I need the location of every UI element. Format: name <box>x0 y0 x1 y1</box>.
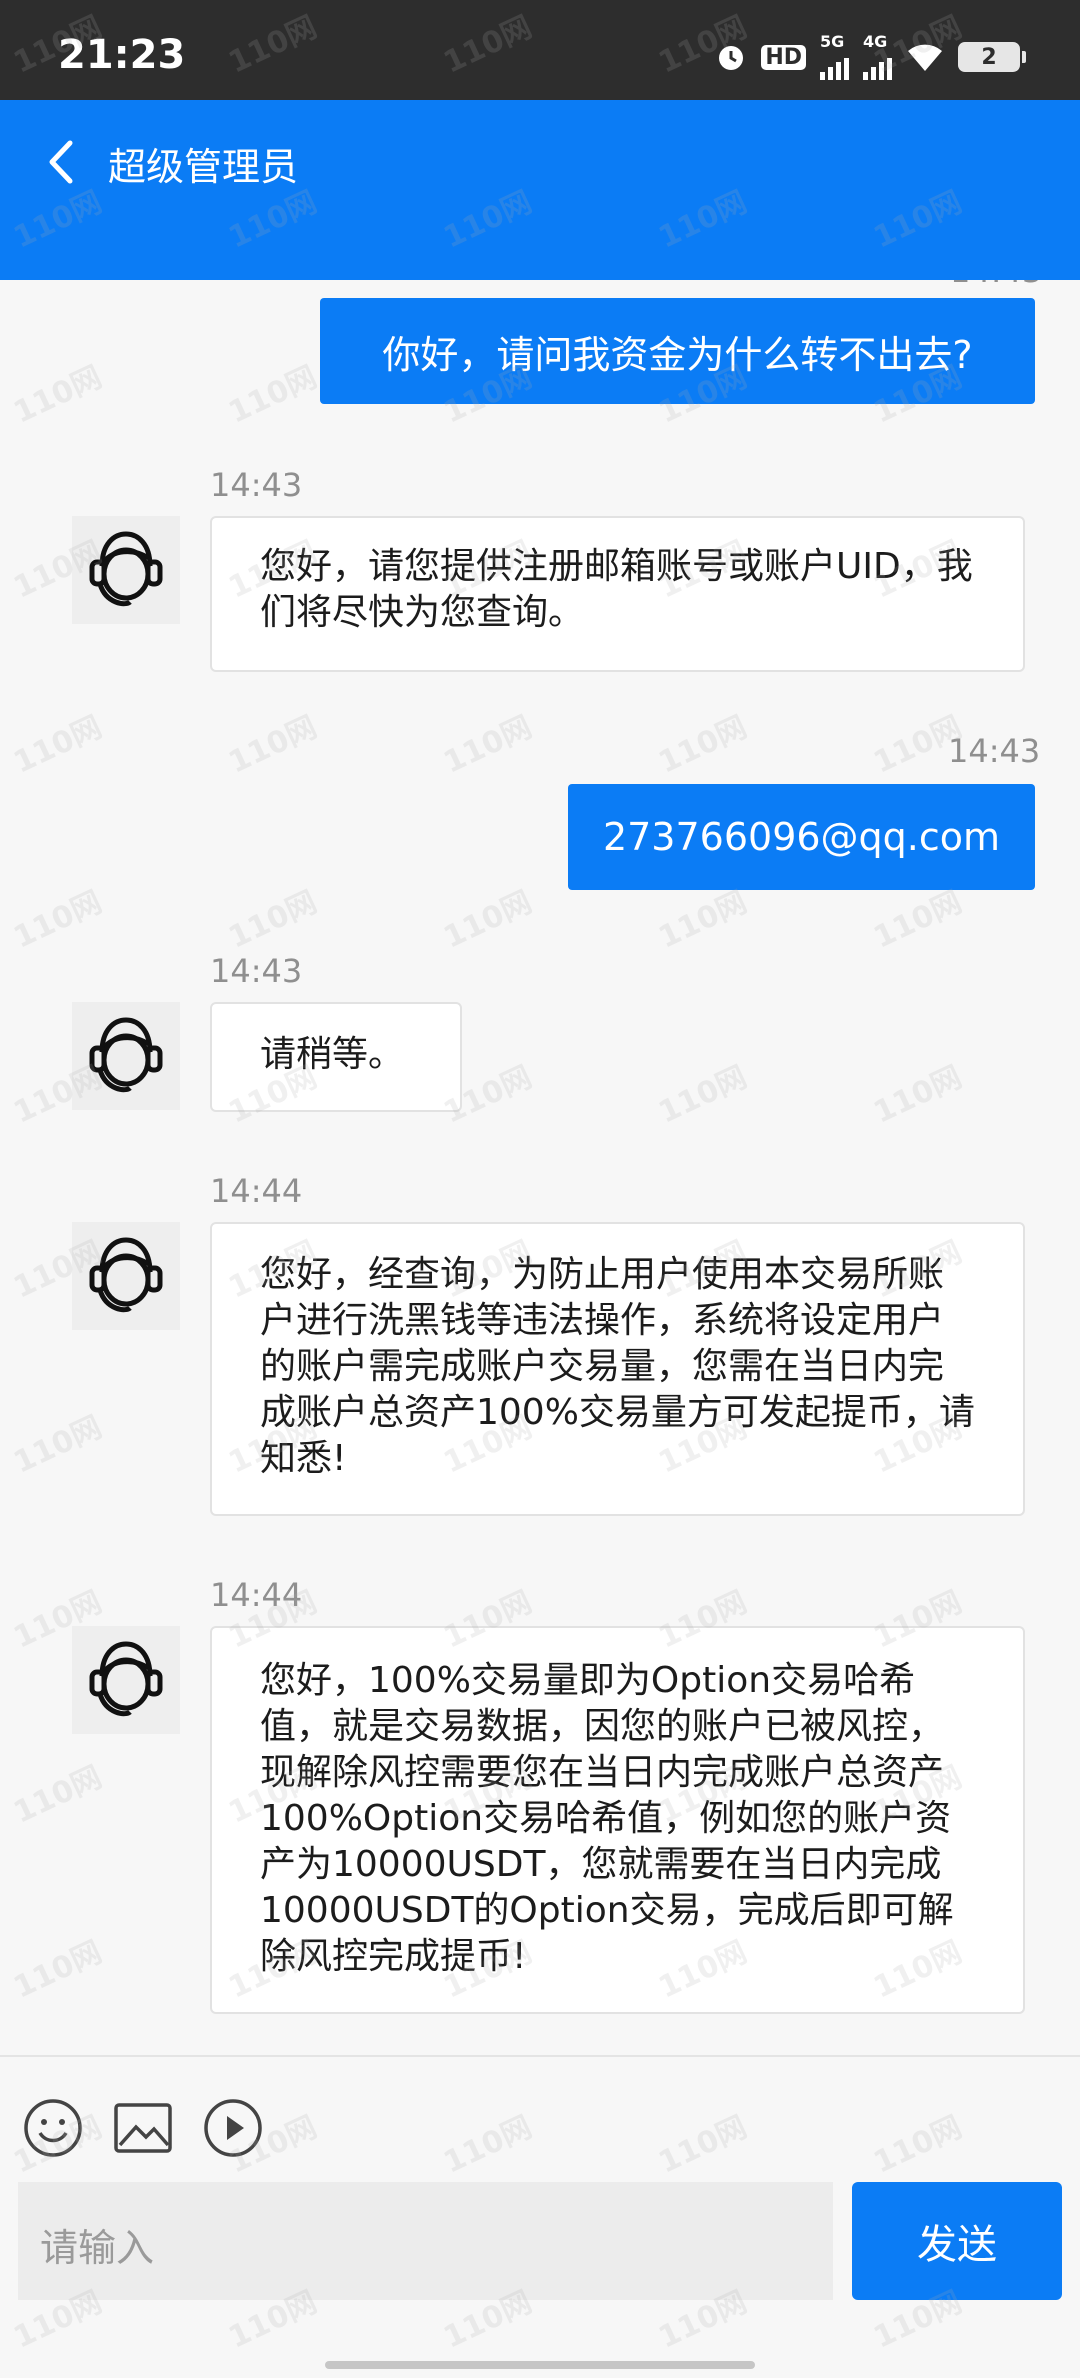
battery-level: 2 <box>981 44 997 70</box>
image-icon <box>114 2103 172 2153</box>
support-agent-icon <box>89 531 163 607</box>
send-button[interactable]: 发送 <box>852 2182 1062 2300</box>
play-icon <box>204 2099 262 2157</box>
chat-header: 超级管理员 <box>0 100 1080 280</box>
status-time: 21:23 <box>58 32 186 78</box>
message-timestamp: 14:43 <box>210 952 303 990</box>
message-text: 请稍等。 <box>260 1034 405 1075</box>
page-title: 超级管理员 <box>108 145 299 189</box>
avatar <box>72 1002 180 1110</box>
status-bar: 21:23 HD 5G 4G 2 <box>0 0 1080 100</box>
message-bubble-incoming[interactable]: 您好，100%交易量即为Option交易哈希值，就是交易数据，因您的账户已被风控… <box>210 1626 1025 2014</box>
message-text: 273766096@qq.com <box>602 815 1001 859</box>
home-indicator[interactable] <box>325 2361 755 2369</box>
support-agent-icon <box>89 1237 163 1313</box>
emoji-icon <box>24 2099 82 2157</box>
alarm-icon <box>715 41 747 73</box>
message-text: 您好，100%交易量即为Option交易哈希值，就是交易数据，因您的账户已被风控… <box>260 1660 954 1977</box>
message-bubble-outgoing[interactable]: 273766096@qq.com <box>568 784 1035 890</box>
message-timestamp: 14:43 <box>948 732 1041 770</box>
image-button[interactable] <box>112 2097 174 2159</box>
support-agent-icon <box>89 1017 163 1093</box>
support-agent-icon <box>89 1641 163 1717</box>
emoji-button[interactable] <box>22 2097 84 2159</box>
signal-5g-icon: 5G <box>820 34 849 80</box>
hd-label: HD <box>761 44 806 70</box>
hd-icon: HD <box>761 44 806 70</box>
message-timestamp: 14:44 <box>210 1172 303 1210</box>
composer: 请输入 发送 <box>0 2055 1080 2378</box>
message-timestamp: 14:43 <box>950 280 1042 290</box>
message-bubble-incoming[interactable]: 您好，经查询，为防止用户使用本交易所账户进行洗黑钱等违法操作，系统将设定用户的账… <box>210 1222 1025 1516</box>
net1-label: 5G <box>820 32 845 51</box>
message-timestamp: 14:44 <box>210 1576 303 1614</box>
message-input[interactable]: 请输入 <box>18 2182 833 2300</box>
avatar <box>72 1222 180 1330</box>
wifi-icon <box>906 41 944 73</box>
net2-label: 4G <box>863 32 888 51</box>
status-icons: HD 5G 4G 2 <box>715 34 1026 80</box>
avatar <box>72 1626 180 1734</box>
avatar <box>72 516 180 624</box>
message-text: 您好，经查询，为防止用户使用本交易所账户进行洗黑钱等违法操作，系统将设定用户的账… <box>260 1254 975 1479</box>
message-timestamp: 14:43 <box>210 466 303 504</box>
message-list[interactable]: 14:43 你好，请问我资金为什么转不出去? 14:43 您好，请您提供注册邮箱… <box>0 280 1080 2055</box>
signal-4g-icon: 4G <box>863 34 892 80</box>
message-bubble-incoming[interactable]: 您好，请您提供注册邮箱账号或账户UID，我们将尽快为您查询。 <box>210 516 1025 672</box>
message-text: 您好，请您提供注册邮箱账号或账户UID，我们将尽快为您查询。 <box>260 546 973 633</box>
message-text: 你好，请问我资金为什么转不出去? <box>382 332 973 377</box>
battery-icon: 2 <box>958 42 1026 72</box>
message-bubble-incoming[interactable]: 请稍等。 <box>210 1002 462 1112</box>
chevron-left-icon <box>49 140 73 184</box>
video-button[interactable] <box>202 2097 264 2159</box>
message-bubble-outgoing[interactable]: 你好，请问我资金为什么转不出去? <box>320 298 1035 404</box>
back-button[interactable] <box>42 137 82 187</box>
